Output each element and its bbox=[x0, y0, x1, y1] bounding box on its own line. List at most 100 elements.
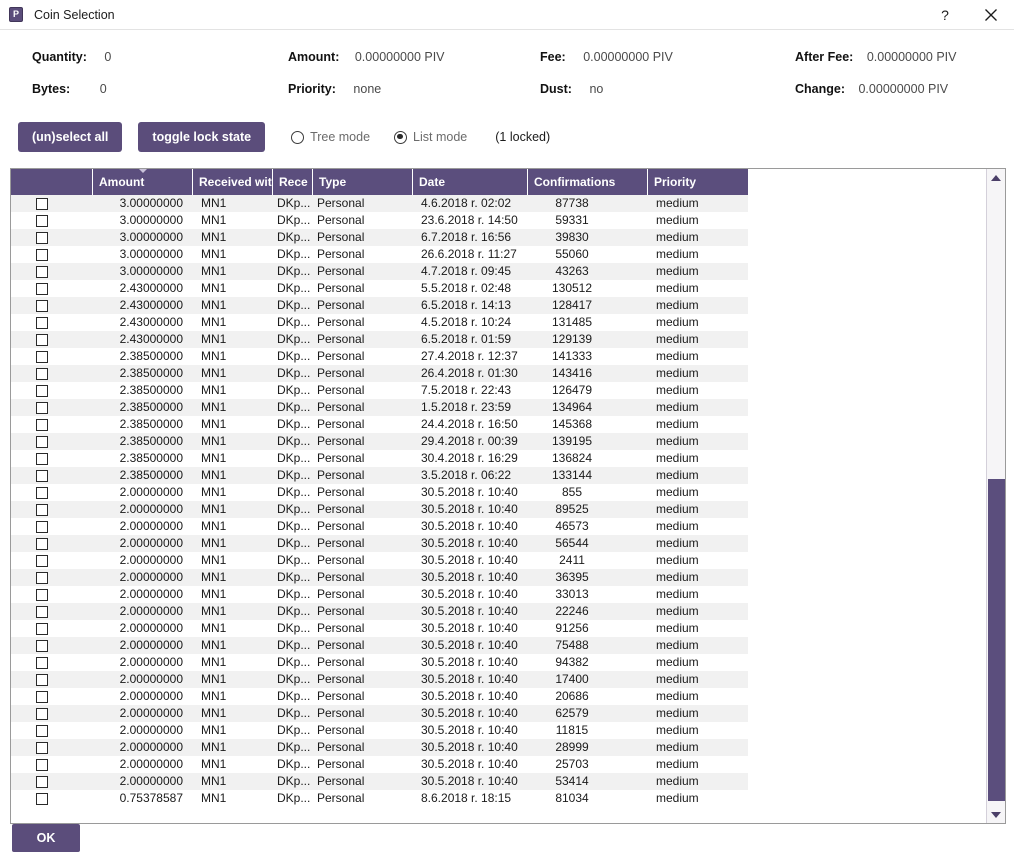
row-select-cell[interactable] bbox=[11, 537, 93, 550]
row-checkbox[interactable] bbox=[36, 282, 48, 295]
table-row[interactable]: 2.00000000 MN1 DKp... Personal 30.5.2018 r. … bbox=[11, 586, 748, 603]
row-select-cell[interactable] bbox=[11, 418, 93, 431]
row-select-cell[interactable] bbox=[11, 265, 93, 278]
column-header-received-with-address[interactable]: Rece bbox=[273, 169, 313, 195]
table-row[interactable]: 2.38500000 MN1 DKp... Personal 30.4.2018 r. … bbox=[11, 450, 748, 467]
toggle-lock-state-button[interactable]: toggle lock state bbox=[138, 122, 266, 152]
table-row[interactable]: 2.00000000 MN1 DKp... Personal 30.5.2018 r. … bbox=[11, 654, 748, 671]
row-select-cell[interactable] bbox=[11, 622, 93, 635]
row-checkbox[interactable] bbox=[36, 316, 48, 329]
table-row[interactable]: 2.00000000 MN1 DKp... Personal 30.5.2018 r. … bbox=[11, 518, 748, 535]
table-row[interactable]: 2.00000000 MN1 DKp... Personal 30.5.2018 r. … bbox=[11, 603, 748, 620]
vertical-scrollbar[interactable] bbox=[986, 169, 1005, 823]
row-select-cell[interactable] bbox=[11, 299, 93, 312]
row-select-cell[interactable] bbox=[11, 758, 93, 771]
row-select-cell[interactable] bbox=[11, 554, 93, 567]
row-checkbox[interactable] bbox=[36, 248, 48, 261]
row-checkbox[interactable] bbox=[36, 350, 48, 363]
table-row[interactable]: 3.00000000 MN1 DKp... Personal 4.6.2018 r. 0… bbox=[11, 195, 748, 212]
table-row[interactable]: 2.00000000 MN1 DKp... Personal 30.5.2018 r. … bbox=[11, 739, 748, 756]
row-select-cell[interactable] bbox=[11, 741, 93, 754]
row-select-cell[interactable] bbox=[11, 401, 93, 414]
table-row[interactable]: 2.38500000 MN1 DKp... Personal 7.5.2018 r. 2… bbox=[11, 382, 748, 399]
row-checkbox[interactable] bbox=[36, 469, 48, 482]
table-row[interactable]: 2.00000000 MN1 DKp... Personal 30.5.2018 r. … bbox=[11, 552, 748, 569]
row-select-cell[interactable] bbox=[11, 197, 93, 210]
row-select-cell[interactable] bbox=[11, 367, 93, 380]
row-checkbox[interactable] bbox=[36, 486, 48, 499]
row-select-cell[interactable] bbox=[11, 452, 93, 465]
column-header-received-with-label[interactable]: Received wit bbox=[193, 169, 273, 195]
row-checkbox[interactable] bbox=[36, 792, 48, 805]
table-row[interactable]: 2.43000000 MN1 DKp... Personal 5.5.2018 r. 0… bbox=[11, 280, 748, 297]
list-mode-radio[interactable]: List mode bbox=[394, 130, 467, 144]
row-select-cell[interactable] bbox=[11, 673, 93, 686]
row-checkbox[interactable] bbox=[36, 656, 48, 669]
row-select-cell[interactable] bbox=[11, 639, 93, 652]
row-checkbox[interactable] bbox=[36, 452, 48, 465]
table-row[interactable]: 0.75378587 MN1 DKp... Personal 8.6.2018 r. 1… bbox=[11, 790, 748, 807]
table-row[interactable]: 2.00000000 MN1 DKp... Personal 30.5.2018 r. … bbox=[11, 671, 748, 688]
row-checkbox[interactable] bbox=[36, 622, 48, 635]
row-select-cell[interactable] bbox=[11, 333, 93, 346]
row-checkbox[interactable] bbox=[36, 435, 48, 448]
row-checkbox[interactable] bbox=[36, 554, 48, 567]
row-checkbox[interactable] bbox=[36, 605, 48, 618]
row-checkbox[interactable] bbox=[36, 418, 48, 431]
row-select-cell[interactable] bbox=[11, 282, 93, 295]
row-checkbox[interactable] bbox=[36, 503, 48, 516]
row-checkbox[interactable] bbox=[36, 639, 48, 652]
row-select-cell[interactable] bbox=[11, 231, 93, 244]
row-checkbox[interactable] bbox=[36, 741, 48, 754]
close-icon[interactable] bbox=[968, 0, 1014, 29]
column-header-type[interactable]: Type bbox=[313, 169, 413, 195]
scrollbar-thumb[interactable] bbox=[988, 479, 1005, 801]
row-select-cell[interactable] bbox=[11, 571, 93, 584]
row-select-cell[interactable] bbox=[11, 469, 93, 482]
row-checkbox[interactable] bbox=[36, 758, 48, 771]
row-checkbox[interactable] bbox=[36, 333, 48, 346]
row-select-cell[interactable] bbox=[11, 724, 93, 737]
table-row[interactable]: 2.00000000 MN1 DKp... Personal 30.5.2018 r. … bbox=[11, 484, 748, 501]
table-row[interactable]: 2.00000000 MN1 DKp... Personal 30.5.2018 r. … bbox=[11, 501, 748, 518]
row-select-cell[interactable] bbox=[11, 503, 93, 516]
row-checkbox[interactable] bbox=[36, 299, 48, 312]
table-row[interactable]: 2.00000000 MN1 DKp... Personal 30.5.2018 r. … bbox=[11, 535, 748, 552]
help-icon[interactable]: ? bbox=[922, 0, 968, 29]
column-header-date[interactable]: Date bbox=[413, 169, 528, 195]
table-row[interactable]: 2.43000000 MN1 DKp... Personal 6.5.2018 r. 1… bbox=[11, 297, 748, 314]
row-checkbox[interactable] bbox=[36, 724, 48, 737]
table-row[interactable]: 2.43000000 MN1 DKp... Personal 6.5.2018 r. 0… bbox=[11, 331, 748, 348]
row-checkbox[interactable] bbox=[36, 231, 48, 244]
table-row[interactable]: 2.00000000 MN1 DKp... Personal 30.5.2018 r. … bbox=[11, 688, 748, 705]
tree-mode-radio[interactable]: Tree mode bbox=[291, 130, 370, 144]
table-row[interactable]: 2.00000000 MN1 DKp... Personal 30.5.2018 r. … bbox=[11, 620, 748, 637]
row-select-cell[interactable] bbox=[11, 520, 93, 533]
table-row[interactable]: 2.43000000 MN1 DKp... Personal 4.5.2018 r. 1… bbox=[11, 314, 748, 331]
row-checkbox[interactable] bbox=[36, 673, 48, 686]
scroll-down-arrow-icon[interactable] bbox=[987, 806, 1005, 823]
table-row[interactable]: 2.38500000 MN1 DKp... Personal 29.4.2018 r. … bbox=[11, 433, 748, 450]
row-select-cell[interactable] bbox=[11, 775, 93, 788]
column-header-priority[interactable]: Priority bbox=[648, 169, 748, 195]
table-row[interactable]: 3.00000000 MN1 DKp... Personal 26.6.2018 r. … bbox=[11, 246, 748, 263]
table-row[interactable]: 2.00000000 MN1 DKp... Personal 30.5.2018 r. … bbox=[11, 722, 748, 739]
unselect-all-button[interactable]: (un)select all bbox=[18, 122, 123, 152]
row-checkbox[interactable] bbox=[36, 588, 48, 601]
row-checkbox[interactable] bbox=[36, 775, 48, 788]
table-row[interactable]: 2.00000000 MN1 DKp... Personal 30.5.2018 r. … bbox=[11, 773, 748, 790]
ok-button[interactable]: OK bbox=[12, 824, 80, 852]
row-select-cell[interactable] bbox=[11, 792, 93, 805]
column-header-confirmations[interactable]: Confirmations bbox=[528, 169, 648, 195]
row-select-cell[interactable] bbox=[11, 486, 93, 499]
table-row[interactable]: 3.00000000 MN1 DKp... Personal 23.6.2018 r. … bbox=[11, 212, 748, 229]
table-row[interactable]: 2.38500000 MN1 DKp... Personal 27.4.2018 r. … bbox=[11, 348, 748, 365]
row-select-cell[interactable] bbox=[11, 605, 93, 618]
row-checkbox[interactable] bbox=[36, 707, 48, 720]
row-checkbox[interactable] bbox=[36, 197, 48, 210]
row-checkbox[interactable] bbox=[36, 367, 48, 380]
row-checkbox[interactable] bbox=[36, 520, 48, 533]
row-checkbox[interactable] bbox=[36, 571, 48, 584]
table-row[interactable]: 2.38500000 MN1 DKp... Personal 26.4.2018 r. … bbox=[11, 365, 748, 382]
table-row[interactable]: 2.00000000 MN1 DKp... Personal 30.5.2018 r. … bbox=[11, 637, 748, 654]
